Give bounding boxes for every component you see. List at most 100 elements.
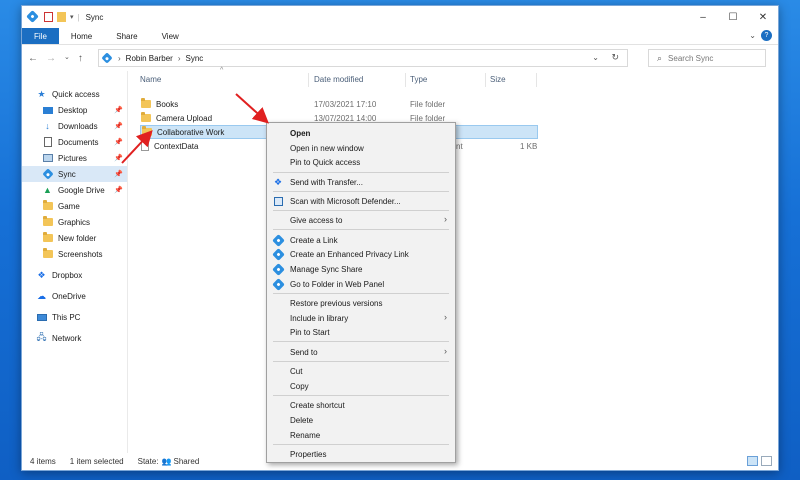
download-icon: ↓ xyxy=(45,121,50,131)
search-box[interactable]: ⌕ Search Sync xyxy=(648,49,766,67)
tab-home[interactable]: Home xyxy=(59,28,104,44)
folder-icon xyxy=(42,200,53,212)
address-bar[interactable]: › Robin Barber › Sync ⌄ ↻ xyxy=(98,49,628,67)
sidebar-item-graphics[interactable]: Graphics xyxy=(22,214,127,230)
column-date-modified[interactable]: Date modified xyxy=(314,75,363,84)
tab-share[interactable]: Share xyxy=(104,28,149,44)
up-button[interactable]: ↑ xyxy=(78,53,83,64)
menu-item-copy[interactable]: Copy xyxy=(267,379,455,393)
file-name: Books xyxy=(156,99,179,109)
recent-locations-icon[interactable]: ⌄ xyxy=(64,53,70,64)
menu-item-send-transfer[interactable]: ❖ Send with Transfer... xyxy=(267,175,455,189)
menu-item-open[interactable]: Open xyxy=(267,126,455,140)
sidebar-network[interactable]: 🖧 Network xyxy=(22,330,127,346)
customize-qa-icon[interactable]: ▾ xyxy=(70,13,74,21)
picture-icon xyxy=(42,153,53,164)
search-placeholder: Search Sync xyxy=(668,53,714,63)
help-button[interactable]: ? xyxy=(761,30,772,41)
file-size: 1 KB xyxy=(520,141,538,151)
new-folder-icon[interactable] xyxy=(57,12,66,22)
refresh-icon[interactable]: ↻ xyxy=(611,52,619,63)
column-name[interactable]: Name xyxy=(140,75,161,84)
large-icons-view-icon[interactable] xyxy=(761,456,772,466)
sidebar-quick-access[interactable]: ★ Quick access xyxy=(22,86,127,102)
folder-icon xyxy=(42,248,53,260)
file-row-books[interactable]: Books 17/03/2021 17:10 File folder xyxy=(140,97,538,111)
sidebar-item-screenshots[interactable]: Screenshots xyxy=(22,246,127,262)
state-value: Shared xyxy=(173,457,200,466)
menu-item-pin-start[interactable]: Pin to Start xyxy=(267,325,455,339)
menu-item-cut[interactable]: Cut xyxy=(267,364,455,378)
menu-item-create-privacy-link[interactable]: Create an Enhanced Privacy Link xyxy=(267,247,455,261)
menu-item-open-new-window[interactable]: Open in new window xyxy=(267,141,455,155)
chevron-down-icon[interactable]: ⌄ xyxy=(592,53,599,62)
sidebar-this-pc[interactable]: This PC xyxy=(22,309,127,325)
menu-separator xyxy=(273,191,449,192)
menu-item-manage-sync-share[interactable]: Manage Sync Share xyxy=(267,262,455,276)
folder-icon xyxy=(142,126,152,136)
menu-item-create-shortcut[interactable]: Create shortcut xyxy=(267,398,455,412)
menu-item-delete[interactable]: Delete xyxy=(267,413,455,427)
menu-item-send-to[interactable]: Send to › xyxy=(267,345,455,359)
sync-icon xyxy=(271,247,285,261)
network-icon: 🖧 xyxy=(36,332,47,342)
sync-icon xyxy=(271,233,285,247)
menu-item-scan-defender[interactable]: Scan with Microsoft Defender... xyxy=(267,194,455,208)
tab-file[interactable]: File xyxy=(22,28,59,44)
menu-item-include-library[interactable]: Include in library › xyxy=(267,311,455,325)
forward-button[interactable]: → xyxy=(46,53,56,64)
window-title: Sync xyxy=(85,12,104,22)
column-divider[interactable] xyxy=(308,73,309,87)
tab-view[interactable]: View xyxy=(150,28,191,44)
menu-item-rename[interactable]: Rename xyxy=(267,428,455,442)
breadcrumb-robin-barber[interactable]: Robin Barber xyxy=(126,54,173,63)
menu-item-go-web-panel[interactable]: Go to Folder in Web Panel xyxy=(267,277,455,291)
menu-item-pin-quick-access[interactable]: Pin to Quick access xyxy=(267,155,455,169)
sidebar-item-documents[interactable]: Documents 📌 xyxy=(22,134,127,150)
chevron-right-icon[interactable]: › xyxy=(178,54,181,63)
sidebar-item-downloads[interactable]: ↓ Downloads 📌 xyxy=(22,118,127,134)
pin-icon: 📌 xyxy=(114,107,123,114)
breadcrumb-sync[interactable]: Sync xyxy=(185,54,203,63)
file-icon xyxy=(141,141,149,151)
sidebar-item-pictures[interactable]: Pictures 📌 xyxy=(22,150,127,166)
expand-ribbon-icon[interactable]: ⌄ xyxy=(749,31,756,40)
pin-icon: 📌 xyxy=(114,187,123,194)
close-button[interactable]: ✕ xyxy=(748,6,778,28)
sidebar-item-desktop[interactable]: Desktop 📌 xyxy=(22,102,127,118)
column-divider[interactable] xyxy=(536,73,537,87)
sidebar-item-new-folder[interactable]: New folder xyxy=(22,230,127,246)
sidebar-dropbox[interactable]: ❖ Dropbox xyxy=(22,267,127,283)
minimize-button[interactable]: – xyxy=(688,6,718,28)
sidebar-item-label: Graphics xyxy=(58,217,91,227)
back-button[interactable]: ← xyxy=(28,53,38,64)
column-type[interactable]: Type xyxy=(410,75,427,84)
sidebar-item-label: Quick access xyxy=(52,89,100,99)
menu-item-create-link[interactable]: Create a Link xyxy=(267,233,455,247)
menu-item-restore-versions[interactable]: Restore previous versions xyxy=(267,296,455,310)
file-name: Collaborative Work xyxy=(157,127,225,137)
menu-item-give-access[interactable]: Give access to › xyxy=(267,213,455,227)
maximize-button[interactable]: ☐ xyxy=(718,6,748,28)
sidebar-item-label: New folder xyxy=(58,233,97,243)
chevron-right-icon[interactable]: › xyxy=(118,54,121,63)
column-divider[interactable] xyxy=(405,73,406,87)
column-size[interactable]: Size xyxy=(490,75,506,84)
sidebar-item-label: Documents xyxy=(58,137,99,147)
sync-app-icon xyxy=(26,10,39,23)
menu-separator xyxy=(273,361,449,362)
menu-item-properties[interactable]: Properties xyxy=(267,447,455,461)
column-divider[interactable] xyxy=(485,73,486,87)
folder-icon xyxy=(42,232,53,244)
sidebar-item-sync[interactable]: Sync 📌 xyxy=(22,166,127,182)
menu-item-label: Create an Enhanced Privacy Link xyxy=(290,249,409,259)
sidebar-item-game[interactable]: Game xyxy=(22,198,127,214)
sidebar-item-google-drive[interactable]: ▲ Google Drive 📌 xyxy=(22,182,127,198)
shield-icon xyxy=(273,196,283,206)
details-view-icon[interactable] xyxy=(747,456,758,466)
sidebar-onedrive[interactable]: ☁ OneDrive xyxy=(22,288,127,304)
properties-icon[interactable] xyxy=(44,12,53,22)
sidebar-item-label: Google Drive xyxy=(58,185,105,195)
sidebar-item-label: Screenshots xyxy=(58,249,103,259)
sidebar-item-label: Downloads xyxy=(58,121,98,131)
